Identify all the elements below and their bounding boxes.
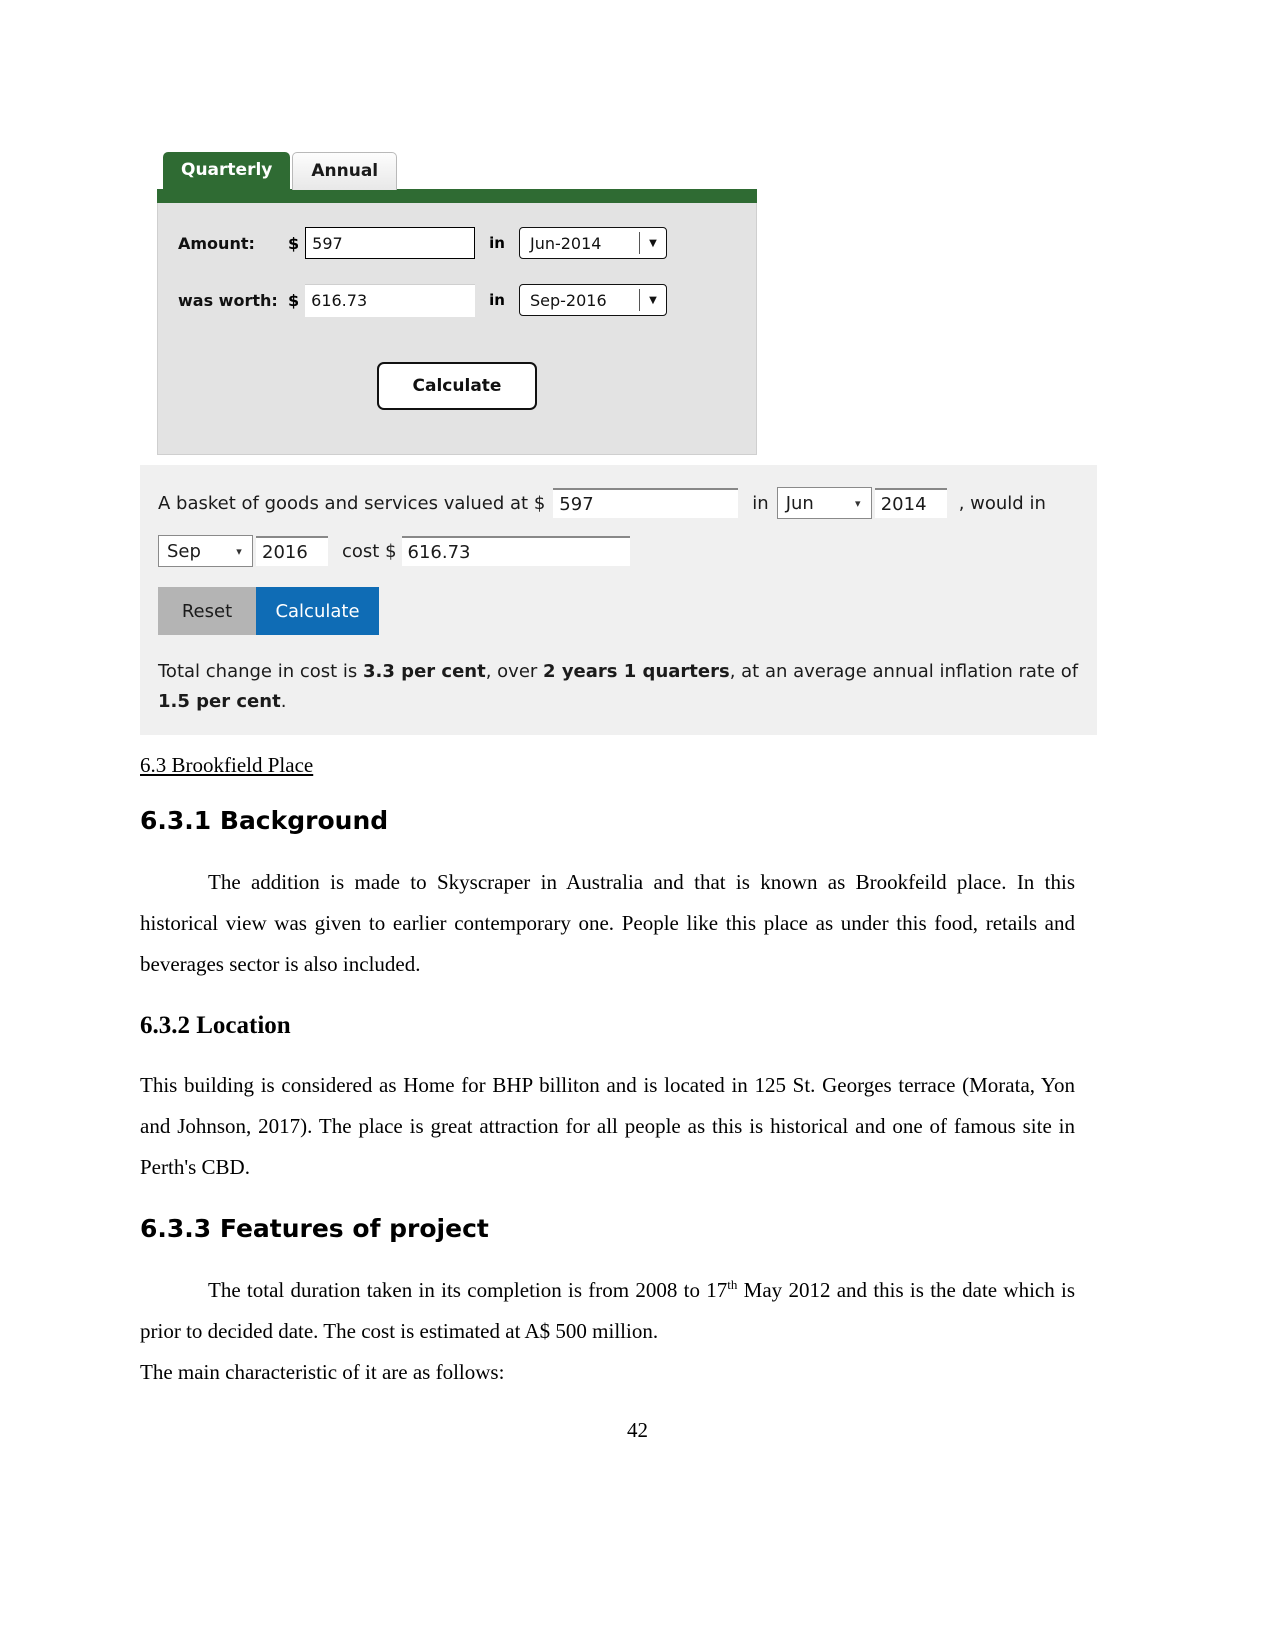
- amount-period-value: Jun-2014: [529, 233, 602, 253]
- basket-to-month-select[interactable]: Sep ▾: [158, 535, 253, 567]
- basket-to-year-input[interactable]: 2016: [256, 536, 328, 566]
- tab-quarterly[interactable]: Quarterly: [163, 152, 291, 190]
- basket-inflation-calculator: A basket of goods and services valued at…: [140, 465, 1097, 735]
- result-change-percent: 3.3 per cent: [363, 661, 486, 682]
- heading-6-3-2-location: 6.3.2 Location: [140, 1012, 291, 1039]
- basket-from-month-select[interactable]: Jun ▾: [776, 487, 872, 519]
- result-middle: , over: [485, 661, 544, 682]
- was-worth-input[interactable]: 616.73: [305, 283, 476, 317]
- basket-cost-input[interactable]: 616.73: [401, 536, 630, 566]
- features-text-part1: The total duration taken in its completi…: [208, 1278, 728, 1302]
- calculate-button[interactable]: Calculate: [377, 362, 537, 410]
- reset-button[interactable]: Reset: [158, 587, 256, 635]
- chevron-down-icon: ▾: [854, 496, 861, 510]
- chevron-down-icon: ▼: [649, 237, 657, 249]
- amount-currency-symbol: $: [288, 233, 300, 253]
- was-worth-row: was worth: $ 616.73 in Sep-2016 ▼: [178, 280, 756, 320]
- heading-6-3-1-background: 6.3.1 Background: [140, 806, 389, 835]
- was-worth-currency-symbol: $: [288, 290, 300, 310]
- amount-connector-label: in: [489, 234, 505, 252]
- page-number: 42: [627, 1418, 648, 1442]
- basket-result-text: Total change in cost is 3.3 per cent, ov…: [158, 657, 1079, 717]
- document-page: Quarterly Annual Amount: $ 597 in Jun-20…: [0, 0, 1275, 1650]
- calculate-button-wrapper: Calculate: [158, 362, 756, 410]
- tab-quarterly-label: Quarterly: [181, 160, 273, 180]
- basket-connector-in: in: [752, 492, 769, 514]
- document-body: 6.3 Brookfield Place 6.3.1 Background Th…: [140, 752, 1075, 1393]
- basket-first-line: A basket of goods and services valued at…: [158, 487, 1079, 519]
- basket-second-line: Sep ▾ 2016 cost $ 616.73: [158, 535, 1079, 567]
- calculator-form-panel: Amount: $ 597 in Jun-2014 ▼ was worth: $…: [157, 203, 757, 455]
- paragraph-background: The addition is made to Skyscraper in Au…: [140, 870, 1075, 976]
- paragraph-features: The total duration taken in its completi…: [140, 1270, 1075, 1352]
- was-worth-label: was worth:: [178, 290, 278, 310]
- basket-from-year-input[interactable]: 2014: [874, 488, 947, 518]
- basket-lead-text: A basket of goods and services valued at…: [158, 492, 546, 514]
- was-worth-connector-label: in: [489, 291, 505, 309]
- chevron-down-icon: ▾: [236, 544, 242, 558]
- calculate-button[interactable]: Calculate: [256, 587, 379, 635]
- basket-from-month-value: Jun: [785, 492, 814, 514]
- chevron-down-icon: ▼: [649, 294, 657, 306]
- was-worth-period-select[interactable]: Sep-2016 ▼: [518, 284, 667, 316]
- result-suffix: , at an average annual inflation rate of: [729, 661, 1079, 682]
- result-duration: 2 years 1 quarters: [543, 661, 730, 682]
- basket-cost-label: cost $: [342, 540, 397, 562]
- calculator-tab-bar: Quarterly Annual: [157, 152, 757, 190]
- quarterly-inflation-calculator: Quarterly Annual Amount: $ 597 in Jun-20…: [157, 152, 757, 455]
- section-heading-6-3: 6.3 Brookfield Place: [140, 753, 314, 777]
- tab-annual[interactable]: Annual: [292, 152, 398, 190]
- amount-input[interactable]: 597: [305, 227, 476, 259]
- amount-period-select[interactable]: Jun-2014 ▼: [518, 227, 667, 259]
- amount-label: Amount:: [178, 233, 255, 253]
- result-prefix: Total change in cost is: [158, 661, 364, 682]
- basket-button-row: Reset Calculate: [158, 587, 1079, 635]
- tab-annual-label: Annual: [311, 161, 379, 181]
- features-superscript: th: [727, 1277, 738, 1292]
- result-end: .: [280, 691, 287, 712]
- was-worth-period-value: Sep-2016: [529, 290, 607, 310]
- basket-mid-text: , would in: [958, 492, 1046, 514]
- amount-row: Amount: $ 597 in Jun-2014 ▼: [178, 223, 756, 263]
- calculator-header-bar: [157, 189, 757, 203]
- paragraph-closing-line: The main characteristic of it are as fol…: [140, 1360, 505, 1384]
- paragraph-location: This building is considered as Home for …: [140, 1073, 1075, 1179]
- heading-6-3-3-features: 6.3.3 Features of project: [140, 1214, 489, 1243]
- result-rate: 1.5 per cent: [158, 691, 281, 712]
- basket-amount-input[interactable]: 597: [553, 488, 739, 518]
- basket-to-month-value: Sep: [167, 540, 201, 562]
